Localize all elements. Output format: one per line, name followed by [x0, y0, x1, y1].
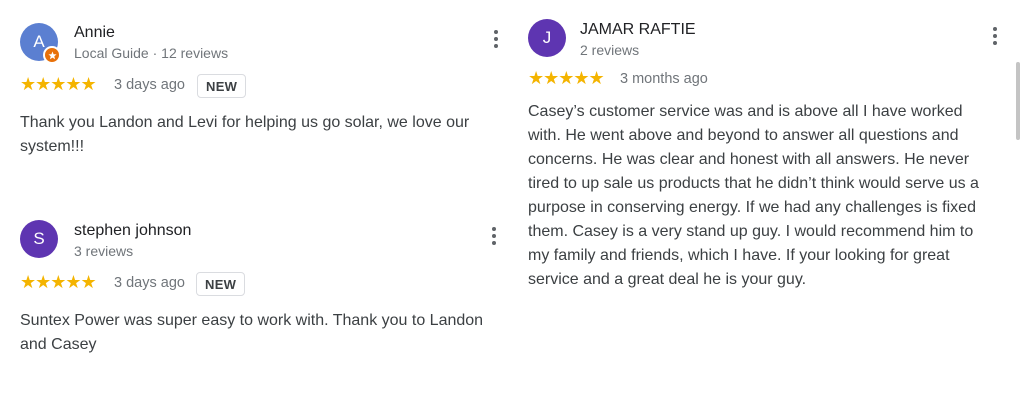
review-text: Suntex Power was super easy to work with…: [20, 312, 484, 353]
avatar[interactable]: J: [528, 19, 566, 57]
review-date: 3 days ago: [114, 275, 185, 291]
more-options-button[interactable]: [484, 224, 504, 248]
more-vert-icon: [492, 227, 496, 231]
avatar[interactable]: S: [20, 220, 58, 258]
reviewer-meta: Local Guide · 12 reviews: [74, 45, 229, 61]
reviewer-name[interactable]: JAMAR RAFTIE: [580, 21, 696, 39]
star-rating: ★★★★★: [20, 272, 97, 292]
review-date: 3 days ago: [114, 77, 185, 93]
more-options-button[interactable]: [486, 27, 506, 51]
reviewer-meta: 3 reviews: [74, 243, 134, 259]
review-text: Thank you Landon and Levi for helping us…: [20, 114, 470, 155]
star-rating: ★★★★★: [528, 68, 605, 88]
scrollbar[interactable]: [1016, 62, 1020, 140]
review-card-annie: A Annie Local Guide · 12 reviews ★★★★★ 3…: [0, 0, 510, 200]
reviewer-name[interactable]: Annie: [74, 24, 115, 42]
star-rating: ★★★★★: [20, 74, 97, 94]
review-text: Casey’s customer service was and is abov…: [528, 103, 979, 288]
local-guide-star-icon: [43, 46, 61, 64]
new-badge: NEW: [196, 272, 246, 296]
new-badge: NEW: [197, 74, 247, 98]
reviewer-meta: 2 reviews: [580, 42, 640, 58]
review-date: 3 months ago: [620, 71, 708, 87]
review-card-jamar-raftie: J JAMAR RAFTIE 2 reviews ★★★★★ 3 months …: [510, 0, 1024, 400]
avatar[interactable]: A: [20, 23, 61, 64]
review-card-stephen-johnson: S stephen johnson 3 reviews ★★★★★ 3 days…: [0, 200, 510, 400]
more-vert-icon: [993, 27, 997, 31]
more-vert-icon: [494, 30, 498, 34]
more-options-button[interactable]: [985, 24, 1005, 48]
reviewer-name[interactable]: stephen johnson: [74, 222, 191, 240]
